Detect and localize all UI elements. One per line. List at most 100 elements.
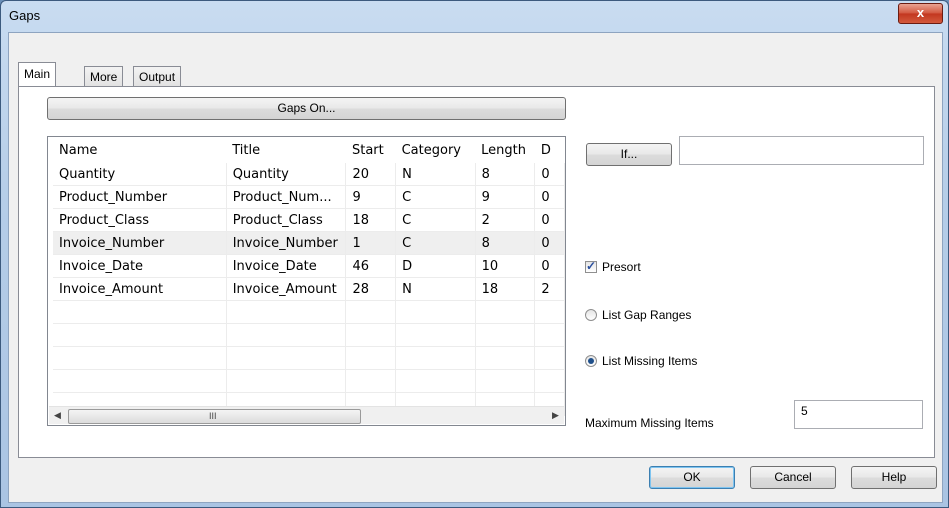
table-cell: 9 bbox=[475, 185, 536, 209]
table-cell: Product_Class bbox=[226, 208, 347, 232]
table-cell bbox=[226, 300, 347, 324]
table-cell: 0 bbox=[534, 254, 565, 278]
fields-table-body: Quantity Quantity 20 N 8 0 Product_Number Produ… bbox=[53, 163, 565, 416]
table-row-empty bbox=[53, 369, 565, 393]
table-cell: Invoice_Date bbox=[53, 254, 227, 278]
presort-label: Presort bbox=[602, 260, 641, 274]
table-cell: C bbox=[395, 185, 476, 209]
list-gap-ranges-label: List Gap Ranges bbox=[602, 308, 692, 322]
help-button[interactable]: Help bbox=[851, 466, 937, 489]
column-header-category[interactable]: Category bbox=[395, 137, 476, 163]
table-cell bbox=[345, 323, 397, 347]
list-missing-items-label: List Missing Items bbox=[602, 354, 698, 368]
column-header-start[interactable]: Start bbox=[345, 137, 396, 163]
table-cell: 1 bbox=[345, 231, 397, 255]
maximum-missing-items-label: Maximum Missing Items bbox=[585, 416, 714, 430]
gaps-on-button[interactable]: Gaps On... bbox=[47, 97, 566, 120]
table-cell bbox=[226, 346, 347, 370]
table-cell: D bbox=[395, 254, 476, 278]
scroll-right-icon[interactable]: ▶ bbox=[547, 407, 564, 424]
table-cell: 46 bbox=[345, 254, 397, 278]
table-cell: Product_Class bbox=[53, 208, 227, 232]
tab-main[interactable]: Main bbox=[18, 62, 57, 86]
help-label: Help bbox=[881, 470, 907, 484]
table-cell: Quantity bbox=[53, 163, 227, 186]
table-cell bbox=[345, 346, 397, 370]
column-header-name[interactable]: Name bbox=[53, 137, 227, 163]
check-icon: ✓ bbox=[586, 259, 597, 273]
table-cell: 2 bbox=[475, 208, 536, 232]
table-cell bbox=[534, 369, 565, 393]
table-cell bbox=[226, 369, 347, 393]
column-header-title[interactable]: Title bbox=[226, 137, 346, 163]
table-cell: 0 bbox=[534, 185, 565, 209]
table-cell: 18 bbox=[475, 277, 536, 301]
scroll-grip: III bbox=[209, 411, 217, 421]
table-cell bbox=[534, 323, 565, 347]
table-cell bbox=[345, 300, 397, 324]
table-cell: 8 bbox=[475, 231, 536, 255]
table-cell: 10 bbox=[475, 254, 536, 278]
tab-output[interactable]: Output bbox=[133, 66, 182, 86]
maximum-missing-items-input[interactable]: 5 bbox=[794, 400, 923, 429]
table-cell bbox=[345, 369, 397, 393]
list-missing-items-radio[interactable] bbox=[585, 355, 597, 367]
table-cell: 8 bbox=[475, 163, 536, 186]
if-expression-input[interactable] bbox=[679, 136, 924, 165]
presort-checkbox[interactable]: ✓ bbox=[585, 259, 597, 273]
table-cell bbox=[53, 300, 227, 324]
table-row[interactable]: Quantity Quantity 20 N 8 0 bbox=[53, 163, 565, 186]
fields-list[interactable]: Name Title Start Category Length D Quant… bbox=[47, 136, 566, 426]
table-cell: Invoice_Number bbox=[53, 231, 227, 255]
table-cell bbox=[534, 346, 565, 370]
fields-table: Name Title Start Category Length D Quant… bbox=[53, 137, 565, 416]
table-cell bbox=[226, 323, 347, 347]
list-gap-ranges-radio[interactable] bbox=[585, 309, 597, 321]
if-label: If... bbox=[620, 147, 638, 161]
column-header-d[interactable]: D bbox=[534, 137, 565, 163]
scroll-left-icon[interactable]: ◀ bbox=[49, 407, 66, 424]
table-row[interactable]: Product_Class Product_Class 18 C 2 0 bbox=[53, 208, 565, 232]
if-button[interactable]: If... bbox=[586, 143, 672, 166]
table-cell: 2 bbox=[534, 277, 565, 301]
table-header-row: Name Title Start Category Length D bbox=[53, 137, 565, 163]
table-row-empty bbox=[53, 346, 565, 370]
table-cell bbox=[53, 369, 227, 393]
ok-button[interactable]: OK bbox=[649, 466, 735, 489]
table-cell bbox=[475, 300, 536, 324]
tab-more[interactable]: More bbox=[84, 66, 124, 86]
table-cell bbox=[475, 323, 536, 347]
cancel-label: Cancel bbox=[774, 470, 812, 484]
table-cell bbox=[53, 346, 227, 370]
table-row[interactable]: Invoice_Amount Invoice_Amount 28 N 18 2 bbox=[53, 277, 565, 301]
table-cell: 20 bbox=[345, 163, 397, 186]
table-cell: N bbox=[395, 277, 476, 301]
horizontal-scrollbar[interactable]: ◀ III ▶ bbox=[49, 406, 564, 424]
tab-more-label: More bbox=[90, 70, 118, 84]
column-header-length[interactable]: Length bbox=[475, 137, 535, 163]
close-icon: x bbox=[916, 5, 925, 20]
ok-label: OK bbox=[683, 470, 701, 484]
table-cell bbox=[475, 346, 536, 370]
table-cell bbox=[534, 300, 565, 324]
title-bar[interactable]: Gaps x bbox=[1, 1, 948, 31]
tab-main-label: Main bbox=[24, 67, 51, 81]
table-row[interactable]: Invoice_Number Invoice_Number 1 C 8 0 bbox=[53, 231, 565, 255]
table-cell: C bbox=[395, 208, 476, 232]
gaps-on-label: Gaps On... bbox=[277, 101, 336, 115]
table-cell: 18 bbox=[345, 208, 397, 232]
table-cell: 0 bbox=[534, 163, 565, 186]
table-row[interactable]: Product_Number Product_Num... 9 C 9 0 bbox=[53, 185, 565, 209]
table-row[interactable]: Invoice_Date Invoice_Date 46 D 10 0 bbox=[53, 254, 565, 278]
cancel-button[interactable]: Cancel bbox=[750, 466, 836, 489]
close-button[interactable]: x bbox=[898, 3, 943, 24]
table-cell: 0 bbox=[534, 231, 565, 255]
table-cell: Quantity bbox=[226, 163, 347, 186]
scroll-thumb[interactable]: III bbox=[68, 409, 361, 424]
table-cell: 0 bbox=[534, 208, 565, 232]
table-cell: Invoice_Date bbox=[226, 254, 347, 278]
table-cell bbox=[475, 369, 536, 393]
tab-output-label: Output bbox=[139, 70, 176, 84]
table-cell: Product_Num... bbox=[226, 185, 347, 209]
table-cell: 28 bbox=[345, 277, 397, 301]
